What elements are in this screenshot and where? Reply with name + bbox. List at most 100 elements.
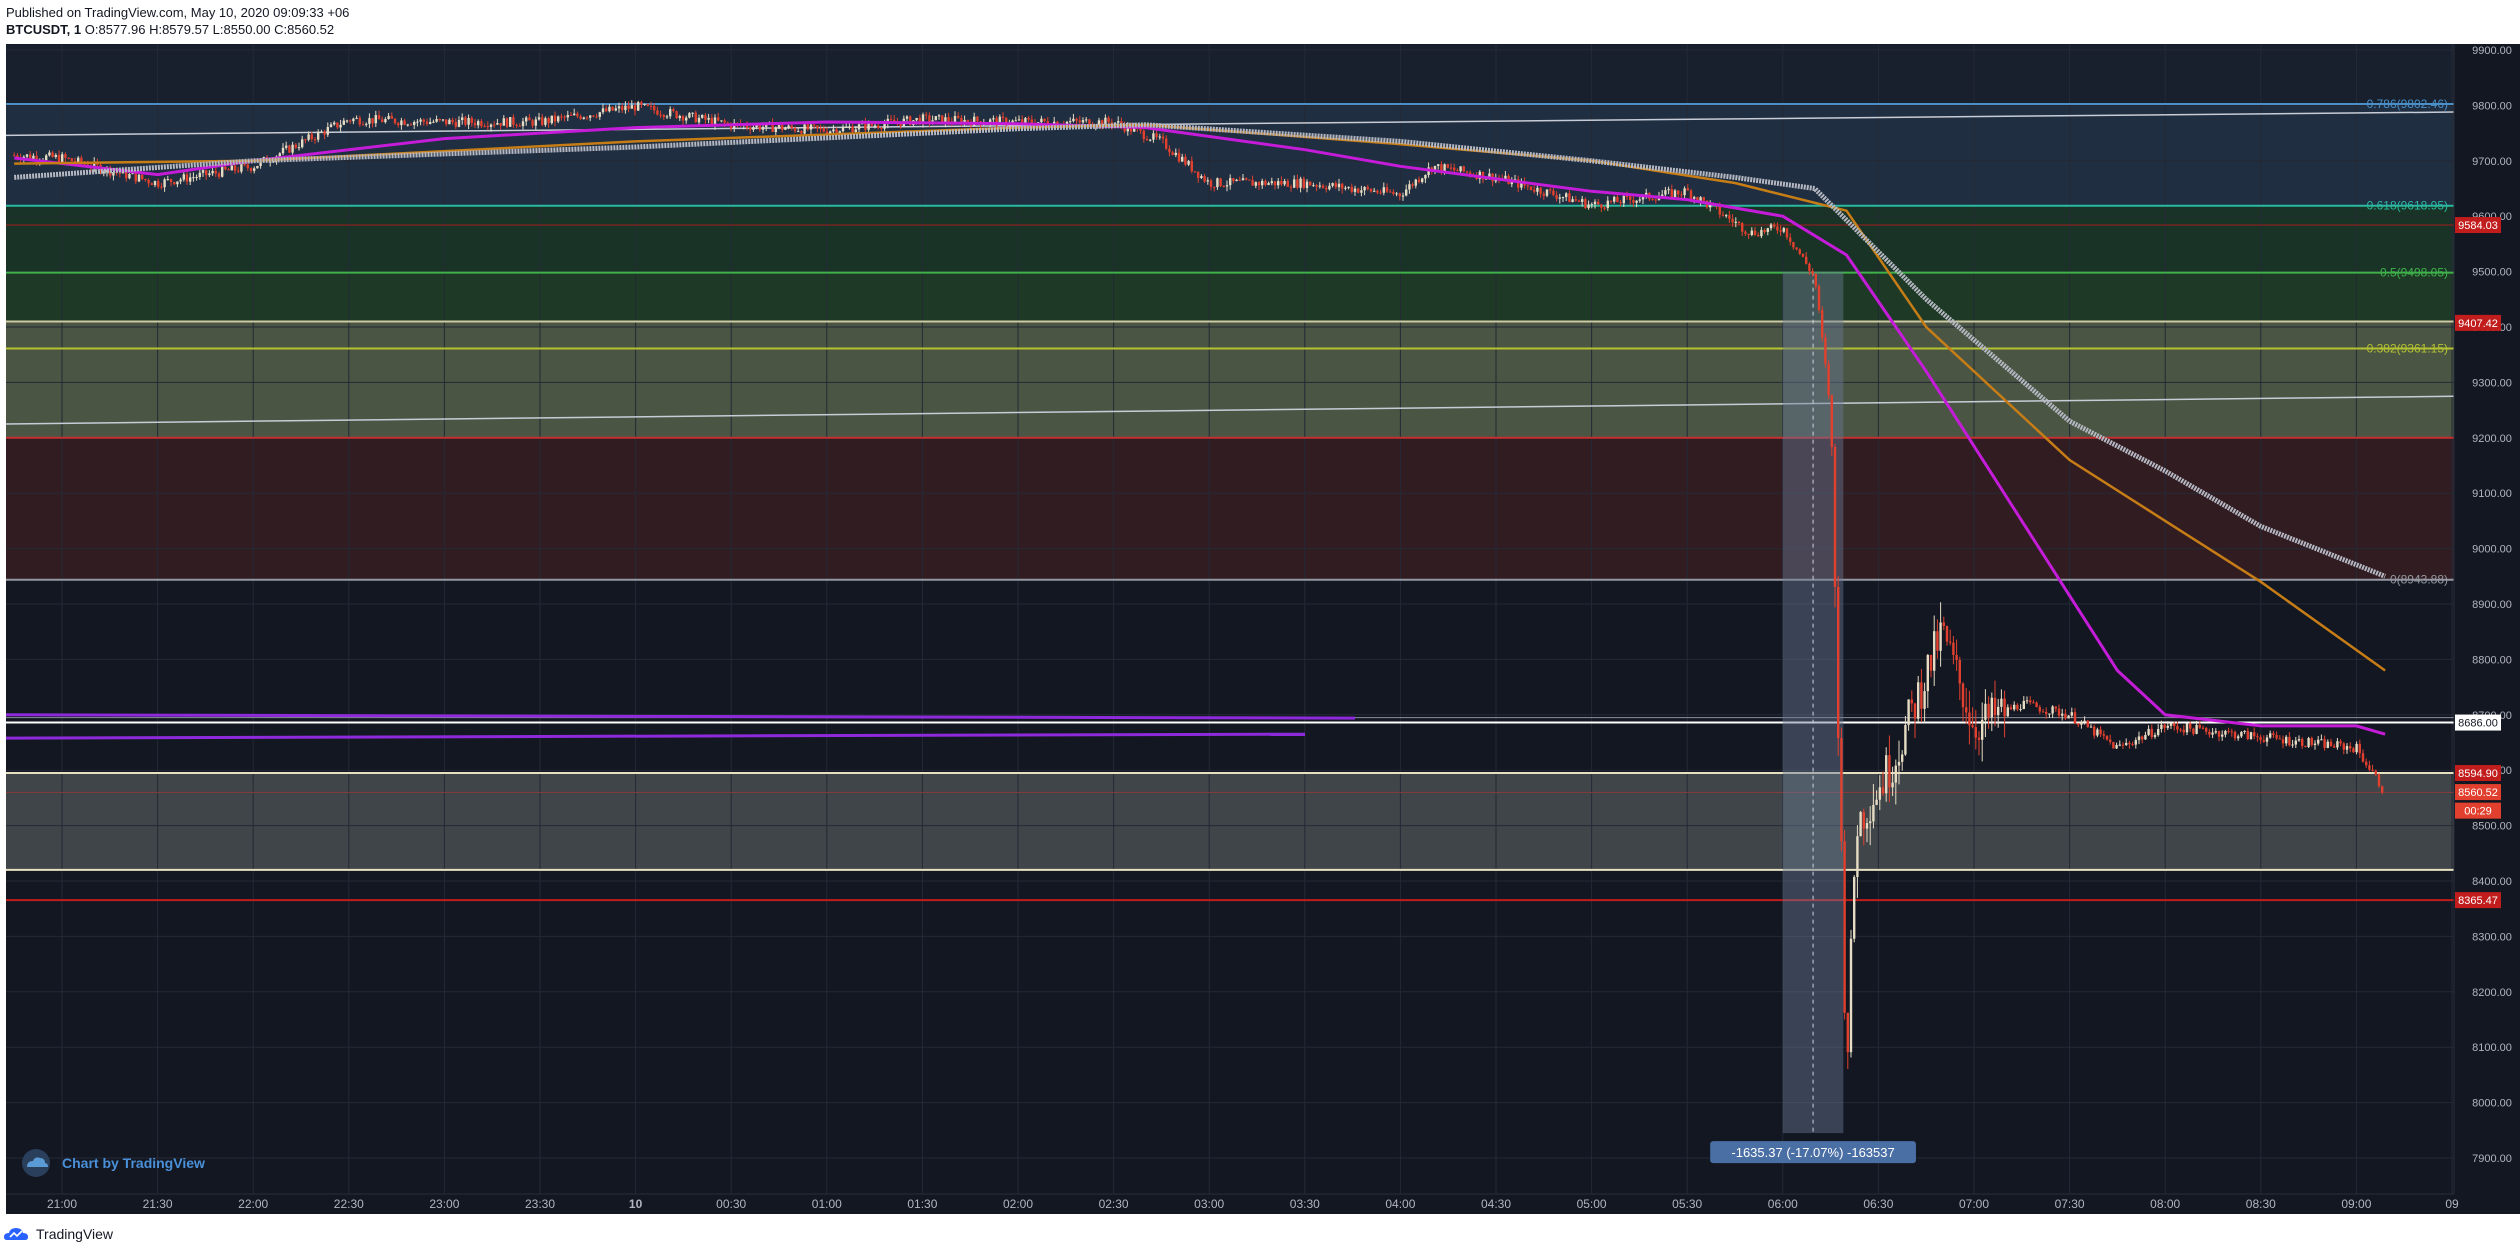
- time-tick-label: 23:00: [429, 1197, 459, 1211]
- candle-down: [1830, 395, 1833, 448]
- candle-down: [2198, 724, 2201, 728]
- candle-down: [621, 106, 624, 111]
- candle-down: [1334, 183, 1337, 188]
- candle-up: [467, 117, 470, 125]
- candle-up: [1216, 178, 1219, 188]
- candle-down: [2045, 711, 2048, 714]
- footer[interactable]: TradingView: [4, 1222, 113, 1246]
- candle-up: [374, 115, 377, 124]
- candle-down: [1753, 230, 1757, 236]
- candle-down: [2141, 736, 2144, 740]
- candle-up: [1917, 682, 1920, 719]
- candle-down: [227, 169, 230, 171]
- candle-up: [521, 121, 525, 127]
- candle-up: [1254, 182, 1257, 186]
- time-axis[interactable]: [6, 1194, 2520, 1214]
- candle-down: [505, 118, 509, 127]
- candle-down: [816, 125, 819, 129]
- price-tick-label: 8800.00: [2472, 654, 2512, 666]
- candle-up: [630, 105, 633, 109]
- candle-down: [2377, 774, 2381, 787]
- candle-down: [531, 120, 534, 126]
- candle-up: [1414, 179, 1417, 186]
- candle-up: [2083, 720, 2086, 722]
- candle-up: [1901, 754, 1904, 762]
- candle-up: [1997, 706, 2000, 716]
- candle-up: [25, 154, 29, 157]
- candle-up: [2291, 744, 2294, 746]
- candle-up: [1750, 230, 1753, 236]
- candle-down: [1542, 193, 1545, 196]
- candle-down: [2131, 744, 2134, 746]
- candle-down: [1257, 182, 1261, 186]
- candle-up: [537, 117, 541, 120]
- price-tag: 8365.47: [2458, 895, 2498, 907]
- candle-up: [278, 153, 281, 157]
- candle-up: [1865, 823, 1869, 829]
- candle-down: [1078, 120, 1081, 123]
- fib-label-f0: 0(8943.88): [2390, 573, 2448, 587]
- candle-down: [1171, 152, 1174, 156]
- fib-label-f0382: 0.382(9361.15): [2367, 342, 2448, 356]
- candle-up: [678, 115, 681, 119]
- candle-down: [2093, 726, 2096, 736]
- candle-down: [1833, 447, 1837, 587]
- candle-down: [2086, 720, 2089, 727]
- candle-down: [2361, 753, 2365, 762]
- candle-down: [851, 126, 854, 133]
- candle-down: [1203, 176, 1206, 182]
- candle-down: [1958, 659, 1961, 684]
- candle-up: [1581, 199, 1584, 202]
- candle-up: [1424, 175, 1427, 179]
- candle-up: [752, 127, 755, 130]
- candle-down: [1987, 703, 1990, 718]
- candle-down: [29, 154, 32, 159]
- candle-up: [1897, 761, 1901, 766]
- candle-down: [1801, 253, 1805, 257]
- price-tag: 00:29: [2464, 806, 2492, 818]
- candle-up: [2269, 733, 2272, 738]
- candle-down: [249, 168, 253, 171]
- candle-down: [1456, 170, 1459, 172]
- candle-down: [1913, 703, 1917, 719]
- candle-down: [976, 116, 979, 122]
- candle-up: [707, 117, 710, 120]
- candle-down: [1929, 655, 1933, 671]
- candle-up: [1318, 185, 1321, 187]
- candle-down: [1757, 235, 1760, 237]
- candle-up: [317, 131, 320, 140]
- candle-down: [64, 154, 67, 158]
- candle-down: [217, 173, 221, 177]
- candle-down: [323, 131, 326, 135]
- candle-up: [1923, 691, 1926, 709]
- candle-down: [2278, 738, 2281, 740]
- candle-up: [163, 179, 166, 188]
- price-chart[interactable]: -1635.37 (-17.07%) -163537 0.786(9802.46…: [0, 0, 2520, 1250]
- candle-up: [297, 147, 301, 149]
- candle-down: [781, 125, 784, 130]
- candle-down: [694, 112, 697, 123]
- candle-up: [2022, 700, 2025, 710]
- candle-down: [243, 164, 246, 166]
- candle-up: [301, 139, 304, 148]
- candle-up: [1299, 178, 1302, 188]
- price-tick-label: 8400.00: [2472, 876, 2512, 888]
- candle-down: [793, 127, 797, 132]
- time-tick-label: 23:30: [525, 1197, 555, 1211]
- candle-down: [185, 174, 189, 182]
- candle-down: [1817, 286, 1821, 311]
- candle-down: [425, 121, 429, 124]
- candle-up: [48, 152, 51, 156]
- candle-up: [1939, 622, 1942, 651]
- candle-down: [1843, 841, 1846, 1013]
- candle-down: [2371, 769, 2374, 771]
- time-tick-label: 22:00: [238, 1197, 268, 1211]
- candle-up: [502, 118, 505, 126]
- candle-down: [1232, 178, 1235, 182]
- candle-up: [1664, 190, 1667, 195]
- range-band: [6, 773, 2454, 870]
- candle-down: [1965, 707, 1968, 713]
- candle-up: [1267, 183, 1270, 185]
- candle-down: [1971, 725, 1974, 728]
- candle-up: [857, 124, 861, 130]
